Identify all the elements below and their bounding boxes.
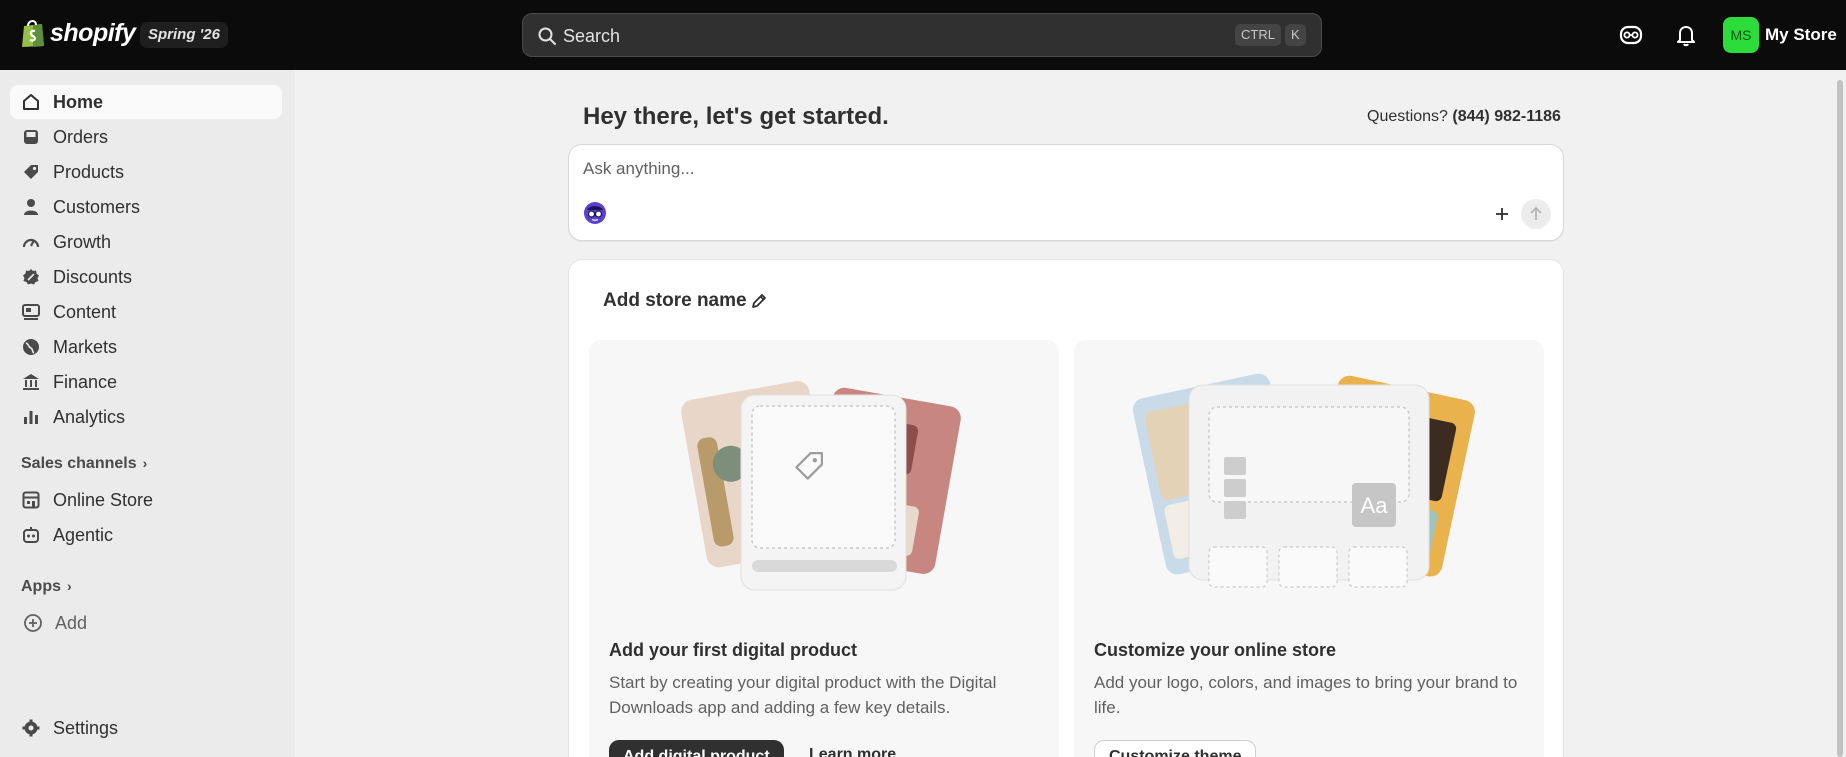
agent-icon [23,527,39,543]
store-menu[interactable]: My Store [1765,25,1837,45]
sidebar-item-label: Analytics [53,406,126,427]
apps-label: Apps [21,578,61,595]
gear-icon [22,719,40,737]
sidebar: Home Orders Products Customers Growth Di… [0,70,295,757]
tag-icon [24,165,38,179]
search-bar[interactable]: Search CTRL K [522,13,1322,57]
edition-badge[interactable]: Spring '26 [140,22,228,48]
sidebar-item-markets[interactable]: Markets [10,330,282,364]
chevron-right-icon: › [67,578,72,594]
customize-theme-button[interactable]: Customize theme [1094,740,1257,757]
task-title: Customize your online store [1094,640,1337,660]
sidekick-icon[interactable] [1618,22,1644,48]
add-app-button[interactable]: Add [10,606,282,640]
bank-icon [23,374,39,390]
online-store-illustration: Aa [1132,373,1475,588]
add-digital-product-button[interactable]: Add digital product [609,740,784,757]
shopify-logo[interactable]: shopify [20,18,136,48]
scrollbar-thumb[interactable] [1837,80,1843,757]
ask-anything-box [568,144,1564,241]
sidebar-item-label: Settings [53,717,119,738]
font-sample-tile: Aa [1361,493,1389,518]
inbox-icon [24,130,38,144]
learn-more-link[interactable]: Learn more [809,746,896,757]
search-icon [538,27,556,45]
sidebar-item-label: Online Store [53,489,154,510]
plus-circle-icon [24,614,42,632]
arrow-up-icon [1530,206,1542,220]
store-setup-card: Add store name Add your first digital pr… [568,259,1564,757]
task-card-digital-product: Add your first digital product Start by … [589,340,1059,757]
task-title: Add your first digital product [609,640,857,660]
apps-header[interactable]: Apps › [21,578,72,596]
attach-button[interactable] [1489,201,1515,227]
search-placeholder: Search [563,26,621,46]
sales-channels-label: Sales channels [21,455,137,472]
page-title: Hey there, let's get started. [583,103,889,130]
discount-icon [23,269,39,285]
shopify-bag-icon [22,20,44,47]
chevron-right-icon: › [142,455,148,471]
task-description: Start by creating your digital product w… [609,673,997,717]
brand-name: shopify [50,18,136,47]
store-icon [22,491,40,509]
sidebar-item-label: Content [53,301,117,322]
sidebar-item-discounts[interactable]: Discounts [10,260,282,294]
bar-chart-icon [24,411,38,424]
task-card-customize-store: Aa Customize your online store Add your … [1074,340,1544,757]
sidebar-item-label: Customers [53,196,141,217]
avatar[interactable]: MS [1723,17,1759,53]
add-app-label: Add [55,612,88,633]
sidebar-item-orders[interactable]: Orders [10,120,282,154]
home-icon [23,94,39,110]
questions-label: Questions? [1367,108,1448,125]
send-button[interactable] [1521,199,1551,229]
content-icon [22,304,40,320]
bell-icon[interactable] [1673,22,1699,48]
sidebar-item-products[interactable]: Products [10,155,282,189]
shortcut-k: K [1285,24,1306,46]
sidebar-item-label: Products [53,161,125,182]
sidebar-item-label: Agentic [53,524,114,545]
sidebar-item-growth[interactable]: Growth [10,225,282,259]
support-phone-link[interactable]: (844) 982-1186 [1452,108,1561,125]
sidebar-item-settings[interactable]: Settings [10,711,282,745]
sidebar-item-agentic[interactable]: Agentic [10,518,282,552]
pencil-icon[interactable] [749,291,769,311]
sidebar-item-finance[interactable]: Finance [10,365,282,399]
sidebar-item-home[interactable]: Home [10,85,282,119]
sales-channels-header[interactable]: Sales channels › [21,455,147,473]
sidebar-item-label: Finance [53,371,118,392]
globe-icon [23,339,39,355]
sidebar-item-content[interactable]: Content [10,295,282,329]
person-icon [24,199,38,215]
sidekick-avatar-icon [584,202,606,224]
sidebar-item-label: Orders [53,126,109,147]
top-bar: shopify Spring '26 Search CTRL K MS My S… [0,0,1846,70]
task-description: Add your logo, colors, and images to bri… [1094,673,1518,717]
sidebar-item-label: Home [53,91,104,112]
shortcut-ctrl: CTRL [1235,24,1281,46]
sidebar-item-analytics[interactable]: Analytics [10,400,282,434]
sidebar-item-customers[interactable]: Customers [10,190,282,224]
plus-icon [1496,208,1508,220]
sidebar-item-label: Discounts [53,266,133,287]
sidebar-item-online-store[interactable]: Online Store [10,483,282,517]
scrollbar[interactable] [1834,70,1846,757]
sidebar-item-label: Markets [53,336,118,357]
store-name-title[interactable]: Add store name [603,290,747,312]
digital-product-illustration [681,381,961,591]
sidebar-item-label: Growth [53,231,112,252]
ask-anything-input[interactable] [583,159,1383,179]
support-line: Questions? (844) 982-1186 [1367,108,1561,126]
gauge-icon [22,238,40,248]
